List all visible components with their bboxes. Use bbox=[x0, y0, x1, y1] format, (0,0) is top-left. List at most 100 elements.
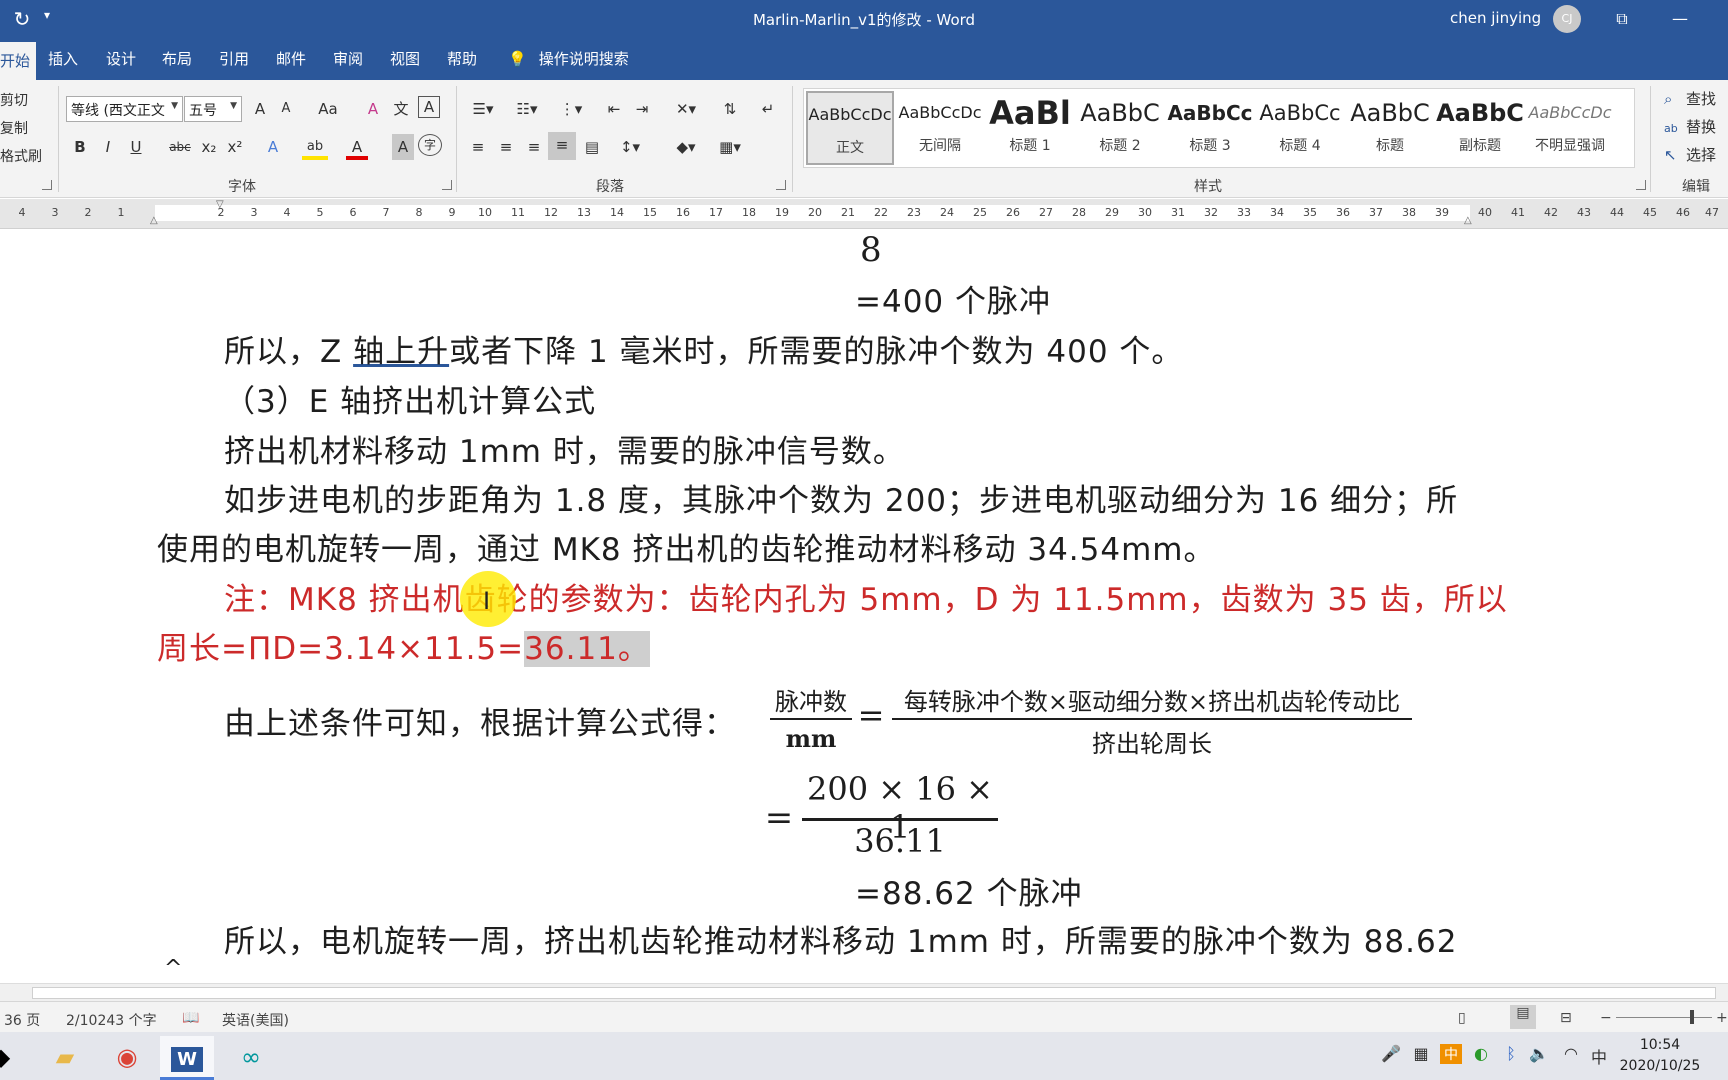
style-normal[interactable]: AaBbCcDc 正文 bbox=[806, 91, 894, 165]
strikethrough-button[interactable]: abc bbox=[166, 134, 194, 160]
styles-launcher-icon[interactable] bbox=[1636, 180, 1646, 190]
enclose-characters-button[interactable]: 字 bbox=[418, 134, 442, 156]
justify-button[interactable]: ≡ bbox=[548, 132, 576, 160]
word-count[interactable]: 2/10243 个字 bbox=[66, 1010, 157, 1030]
show-marks-button[interactable]: ↵ bbox=[756, 96, 780, 122]
scrollbar-thumb[interactable] bbox=[32, 987, 1716, 999]
tab-home[interactable]: 开始 bbox=[0, 42, 37, 80]
font-color-button[interactable]: A bbox=[346, 134, 368, 160]
tab-help[interactable]: 帮助 bbox=[447, 48, 477, 69]
proofing-icon[interactable]: 📖 bbox=[182, 1010, 199, 1026]
recorder-icon[interactable]: ▦ bbox=[1410, 1044, 1432, 1063]
underline-button[interactable]: U bbox=[126, 134, 146, 160]
style-heading-3[interactable]: AaBbCc 标题 3 bbox=[1166, 91, 1254, 165]
replace-button[interactable]: ab 替换 bbox=[1664, 116, 1716, 137]
style-heading-4[interactable]: AaBbCc 标题 4 bbox=[1256, 91, 1344, 165]
shrink-font-button[interactable]: A bbox=[276, 96, 296, 122]
clock[interactable]: 10:54 2020/10/25 bbox=[1610, 1035, 1710, 1077]
wifi-icon[interactable]: ◠ bbox=[1560, 1044, 1582, 1063]
bold-button[interactable]: B bbox=[70, 134, 90, 160]
font-launcher-icon[interactable] bbox=[442, 180, 452, 190]
borders-button[interactable]: ▦▾ bbox=[710, 134, 750, 160]
ribbon-display-options-icon[interactable]: ⧉ bbox=[1604, 6, 1640, 32]
first-line-indent-marker[interactable]: ▽ bbox=[216, 199, 224, 210]
style-no-spacing[interactable]: AaBbCcDc 无间隔 bbox=[896, 91, 984, 165]
align-left-button[interactable]: ≡ bbox=[466, 134, 490, 160]
clipboard-launcher-icon[interactable] bbox=[42, 180, 52, 190]
read-mode-icon[interactable]: ▯ bbox=[1458, 1010, 1466, 1026]
start-icon[interactable]: ◆ bbox=[0, 1036, 16, 1080]
language-indicator[interactable]: 英语(美国) bbox=[222, 1010, 289, 1030]
sort-button[interactable]: ⇅ bbox=[718, 96, 742, 122]
document-page[interactable]: 8 =400 个脉冲 所以，Z 轴上升或者下降 1 毫米时，所需要的脉冲个数为 … bbox=[0, 230, 1728, 988]
zoom-in-icon[interactable]: + bbox=[1716, 1010, 1728, 1026]
file-explorer-icon[interactable]: ▰ bbox=[38, 1036, 92, 1080]
italic-button[interactable]: I bbox=[98, 134, 118, 160]
word-icon[interactable]: W bbox=[160, 1036, 214, 1080]
left-indent-marker[interactable]: △ bbox=[150, 215, 158, 226]
subscript-button[interactable]: x₂ bbox=[198, 134, 220, 160]
page-count[interactable]: 36 页 bbox=[4, 1010, 40, 1030]
style-subtle-emphasis[interactable]: AaBbCcDc 不明显强调 bbox=[1526, 91, 1614, 165]
highlight-color-button[interactable]: ab bbox=[302, 134, 328, 160]
distributed-button[interactable]: ▤ bbox=[580, 134, 604, 160]
ime-icon[interactable]: 中 bbox=[1440, 1044, 1462, 1064]
numbering-button[interactable]: ☷▾ bbox=[510, 96, 544, 122]
arduino-icon[interactable]: ∞ bbox=[224, 1036, 278, 1080]
tab-view[interactable]: 视图 bbox=[390, 48, 420, 69]
chrome-icon[interactable]: ◉ bbox=[100, 1036, 154, 1080]
line-spacing-button[interactable]: ↕▾ bbox=[612, 134, 648, 160]
font-size-combo[interactable]: 五号 ▼ bbox=[184, 96, 242, 122]
zoom-slider[interactable] bbox=[1616, 1017, 1712, 1018]
decrease-indent-button[interactable]: ⇤ bbox=[602, 96, 626, 122]
microphone-icon[interactable]: 🎤 bbox=[1380, 1044, 1402, 1063]
input-language[interactable]: 中 bbox=[1588, 1044, 1610, 1068]
avatar[interactable]: CJ bbox=[1553, 5, 1581, 33]
align-center-button[interactable]: ≡ bbox=[494, 134, 518, 160]
character-border-button[interactable]: A bbox=[418, 96, 440, 118]
format-painter-button[interactable]: 格式刷 bbox=[0, 146, 42, 166]
style-title[interactable]: AaBbC 标题 bbox=[1346, 91, 1434, 165]
bluetooth-icon[interactable]: ᛒ bbox=[1500, 1044, 1522, 1063]
shading-button[interactable]: ◆▾ bbox=[666, 134, 706, 160]
tab-review[interactable]: 审阅 bbox=[333, 48, 363, 69]
bullets-button[interactable]: ☰▾ bbox=[466, 96, 500, 122]
change-case-button[interactable]: Aa bbox=[310, 96, 346, 122]
style-heading-1[interactable]: AaBl 标题 1 bbox=[986, 91, 1074, 165]
style-heading-2[interactable]: AaBbC 标题 2 bbox=[1076, 91, 1164, 165]
web-layout-icon[interactable]: ⊟ bbox=[1560, 1010, 1572, 1026]
zoom-out-icon[interactable]: − bbox=[1600, 1010, 1612, 1026]
tab-references[interactable]: 引用 bbox=[219, 48, 249, 69]
clear-formatting-button[interactable]: A bbox=[362, 96, 384, 122]
tab-layout[interactable]: 布局 bbox=[162, 48, 192, 69]
tab-mailings[interactable]: 邮件 bbox=[276, 48, 306, 69]
tab-design[interactable]: 设计 bbox=[106, 48, 136, 69]
right-indent-marker[interactable]: △ bbox=[1464, 215, 1472, 226]
superscript-button[interactable]: x² bbox=[224, 134, 246, 160]
print-layout-icon[interactable]: ▤ bbox=[1510, 1005, 1536, 1029]
text-direction-button[interactable]: ✕▾ bbox=[668, 96, 704, 122]
find-button[interactable]: ⌕ 查找 bbox=[1664, 88, 1716, 109]
volume-icon[interactable]: 🔈 bbox=[1528, 1044, 1550, 1063]
minimize-button[interactable]: — bbox=[1662, 6, 1698, 32]
user-name[interactable]: chen jinying bbox=[1450, 9, 1541, 27]
select-button[interactable]: ↖ 选择 bbox=[1664, 144, 1716, 165]
tab-insert[interactable]: 插入 bbox=[48, 48, 78, 69]
horizontal-scrollbar[interactable] bbox=[0, 983, 1728, 1001]
multilevel-list-button[interactable]: ⋮▾ bbox=[554, 96, 588, 122]
tell-me-search[interactable]: 💡 操作说明搜索 bbox=[508, 48, 629, 69]
font-family-combo[interactable]: 等线 (西文正文 ▼ bbox=[66, 96, 183, 122]
zoom-thumb[interactable] bbox=[1690, 1010, 1694, 1024]
text-effects-button[interactable]: A bbox=[262, 134, 284, 160]
style-subtitle[interactable]: AaBbC 副标题 bbox=[1436, 91, 1524, 165]
increase-indent-button[interactable]: ⇥ bbox=[630, 96, 654, 122]
copy-button[interactable]: 复制 bbox=[0, 118, 28, 138]
paragraph-launcher-icon[interactable] bbox=[776, 180, 786, 190]
cut-button[interactable]: 剪切 bbox=[0, 90, 28, 110]
phonetic-guide-button[interactable]: 文 bbox=[390, 96, 412, 122]
sync-icon[interactable]: ◐ bbox=[1470, 1044, 1492, 1063]
align-right-button[interactable]: ≡ bbox=[522, 134, 546, 160]
horizontal-ruler[interactable]: 4 3 2 1 2 3 4 5 6 7 8 9 10 11 12 13 14 1… bbox=[0, 199, 1728, 229]
character-shading-button[interactable]: A bbox=[392, 134, 414, 160]
grow-font-button[interactable]: A bbox=[250, 96, 270, 122]
